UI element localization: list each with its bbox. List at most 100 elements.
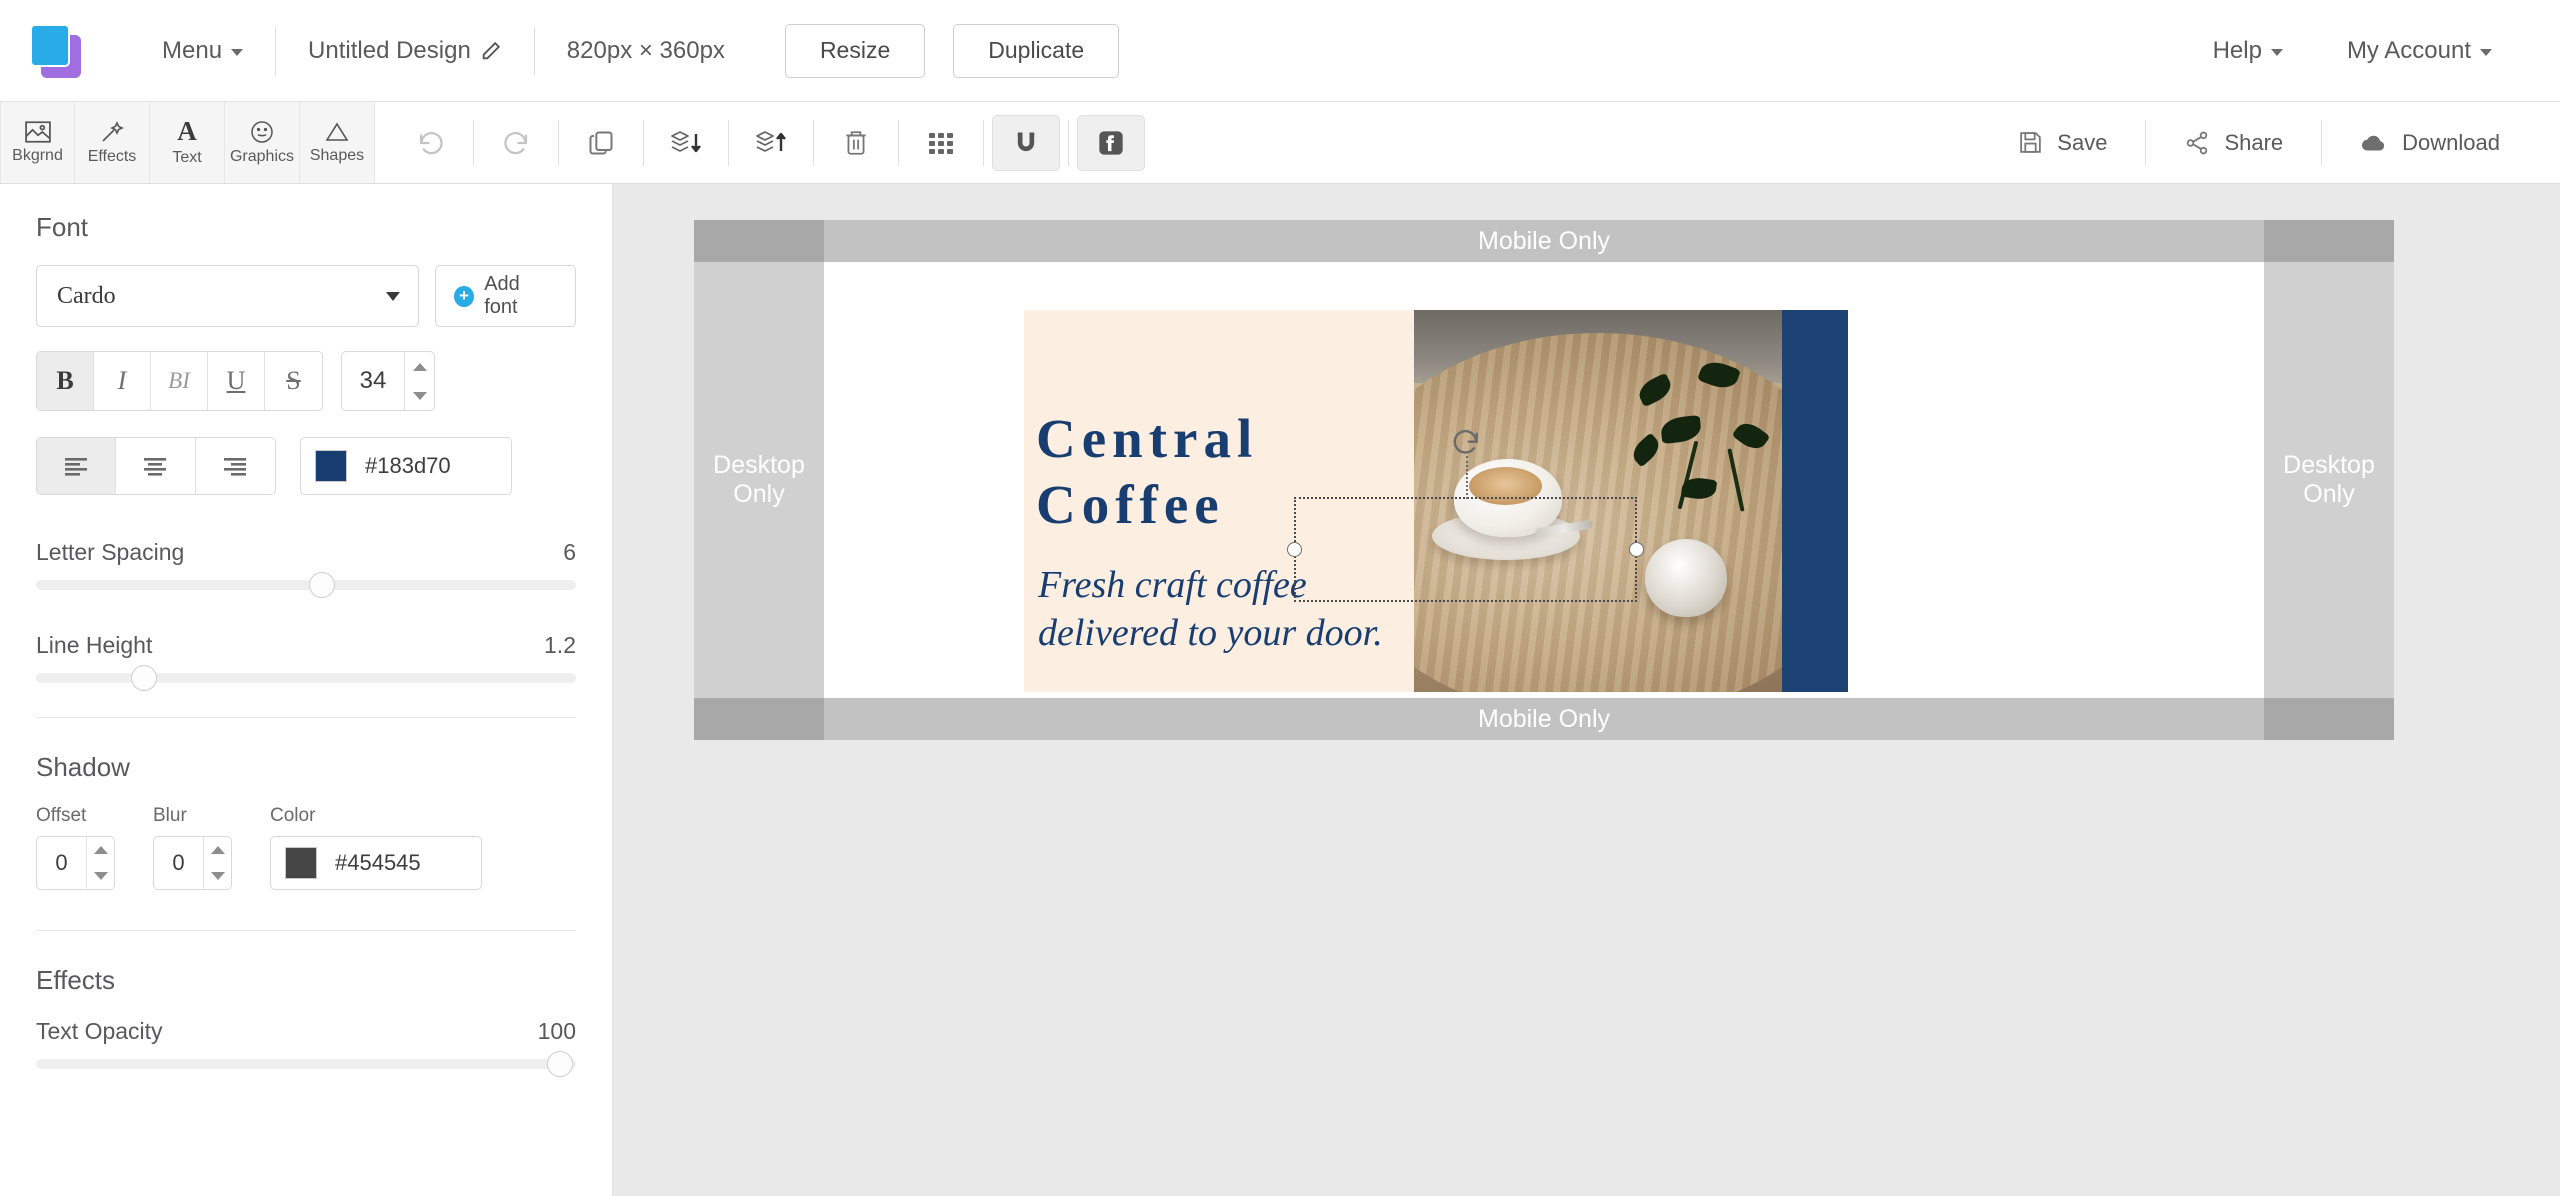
menu-label: Menu: [162, 36, 223, 64]
bold-button[interactable]: B: [37, 352, 94, 410]
subline-line-2: delivered to your door.: [1038, 611, 1383, 654]
shadow-color-picker[interactable]: #454545: [270, 836, 482, 890]
shadow-offset-decrement[interactable]: [87, 863, 114, 889]
tool-tab-shapes[interactable]: Shapes: [300, 102, 375, 183]
font-family-select[interactable]: Cardo: [36, 265, 419, 327]
bold-label: B: [56, 366, 74, 395]
my-account-label: My Account: [2346, 36, 2471, 64]
photo-vase: [1644, 539, 1727, 618]
magic-wand-icon: [102, 120, 124, 142]
snap-button[interactable]: [992, 114, 1060, 171]
align-right-button[interactable]: [195, 438, 275, 494]
tool-tab-graphics[interactable]: Graphics: [225, 102, 300, 183]
text-align-group: [36, 437, 276, 495]
subline-text[interactable]: Fresh craft coffee delivered to your doo…: [1038, 562, 1398, 657]
grid-button[interactable]: [907, 115, 975, 171]
resize-button[interactable]: Resize: [784, 23, 926, 78]
shadow-offset-arrows: [86, 837, 114, 889]
shadow-section-title: Shadow: [36, 752, 130, 782]
alignment-row: #183d70: [36, 437, 576, 495]
desktop-only-left-label: Desktop Only: [713, 451, 805, 508]
undo-button[interactable]: [397, 115, 465, 171]
line-height-control: Line Height 1.2: [36, 632, 576, 691]
shadow-blur-decrement[interactable]: [204, 863, 231, 889]
app-logo[interactable]: [30, 23, 84, 78]
copy-button[interactable]: [567, 115, 635, 171]
caret-up-icon: [210, 846, 225, 854]
chevron-down-icon: [2480, 49, 2492, 56]
menu-dropdown[interactable]: Menu: [130, 25, 275, 77]
duplicate-button[interactable]: Duplicate: [953, 23, 1120, 78]
shadow-color-hex: #454545: [335, 850, 421, 875]
align-center-button[interactable]: [116, 438, 196, 494]
toolbar-right-actions: Save Share Download: [1988, 102, 2560, 183]
font-size-arrows: [404, 352, 434, 410]
strikethrough-button[interactable]: S: [265, 352, 322, 410]
accent-blue-strip: [1782, 310, 1848, 692]
save-button[interactable]: Save: [1988, 115, 2137, 171]
trash-icon: [846, 130, 866, 155]
toolbar-divider: [2321, 119, 2323, 166]
letter-spacing-header: Letter Spacing 6: [36, 539, 576, 566]
send-backward-button[interactable]: [652, 115, 720, 171]
underline-button[interactable]: U: [208, 352, 265, 410]
text-opacity-header: Text Opacity 100: [36, 1018, 576, 1045]
toolbar-divider: [2145, 119, 2147, 166]
caret-down-icon: [210, 872, 225, 880]
shadow-offset-field: Offset 0: [36, 805, 115, 890]
font-size-increment[interactable]: [405, 352, 434, 381]
font-size-decrement[interactable]: [405, 381, 434, 410]
facebook-button[interactable]: [1077, 114, 1145, 171]
tool-tab-group: Bkgrnd Effects A Text Graphics Shapes: [0, 102, 375, 183]
caret-down-icon: [93, 872, 108, 880]
tool-tab-text[interactable]: A Text: [150, 102, 225, 183]
subline-line-1: Fresh craft coffee: [1038, 564, 1307, 606]
help-dropdown[interactable]: Help: [2181, 25, 2315, 77]
text-color-picker[interactable]: #183d70: [300, 437, 512, 495]
underline-label: U: [226, 366, 246, 395]
letter-spacing-knob[interactable]: [309, 572, 336, 598]
text-opacity-slider[interactable]: [36, 1051, 576, 1077]
layers-down-icon: [671, 130, 701, 152]
shadow-offset-increment[interactable]: [87, 837, 114, 863]
facebook-icon: [1099, 130, 1123, 155]
download-label: Download: [2402, 129, 2500, 155]
text-opacity-knob[interactable]: [546, 1051, 573, 1077]
delete-button[interactable]: [822, 115, 890, 171]
font-size-stepper[interactable]: 34: [341, 351, 435, 411]
toolbar-divider: [643, 119, 644, 166]
shadow-blur-stepper[interactable]: 0: [153, 836, 232, 890]
add-font-button[interactable]: + Add font: [434, 265, 576, 327]
line-height-header: Line Height 1.2: [36, 632, 576, 659]
desktop-only-left-band: Desktop Only: [694, 220, 824, 740]
desktop-only-right-label: Desktop Only: [2283, 451, 2375, 508]
effects-section-title: Effects: [36, 965, 116, 995]
bold-italic-label: BI: [168, 368, 190, 393]
line-height-knob[interactable]: [131, 665, 157, 691]
headline-text[interactable]: Central Coffee: [1036, 406, 1392, 538]
design-canvas[interactable]: Central Coffee Fresh craft coffee delive…: [694, 220, 2394, 740]
pencil-icon[interactable]: [480, 40, 502, 62]
italic-button[interactable]: I: [94, 352, 151, 410]
tool-tab-effects[interactable]: Effects: [75, 102, 150, 183]
design-title[interactable]: Untitled Design: [276, 25, 534, 77]
smiley-icon: [251, 120, 273, 143]
share-button[interactable]: Share: [2154, 115, 2313, 171]
my-account-dropdown[interactable]: My Account: [2315, 25, 2524, 77]
bring-forward-button[interactable]: [737, 115, 805, 171]
redo-button[interactable]: [482, 115, 550, 171]
share-icon: [2187, 131, 2208, 154]
shadow-blur-increment[interactable]: [204, 837, 231, 863]
shadow-offset-stepper[interactable]: 0: [36, 836, 115, 890]
tool-tab-label: Text: [172, 149, 202, 166]
letter-spacing-slider[interactable]: [36, 572, 576, 598]
tool-tab-bkgrnd[interactable]: Bkgrnd: [0, 102, 75, 183]
download-button[interactable]: Download: [2330, 115, 2530, 171]
canvas-workspace[interactable]: Central Coffee Fresh craft coffee delive…: [613, 184, 2560, 1196]
chevron-down-icon: [231, 49, 244, 56]
bold-italic-button[interactable]: BI: [151, 352, 208, 410]
text-color-swatch: [315, 450, 347, 482]
design-title-text: Untitled Design: [308, 36, 471, 64]
line-height-slider[interactable]: [36, 665, 576, 691]
align-left-button[interactable]: [37, 438, 117, 494]
